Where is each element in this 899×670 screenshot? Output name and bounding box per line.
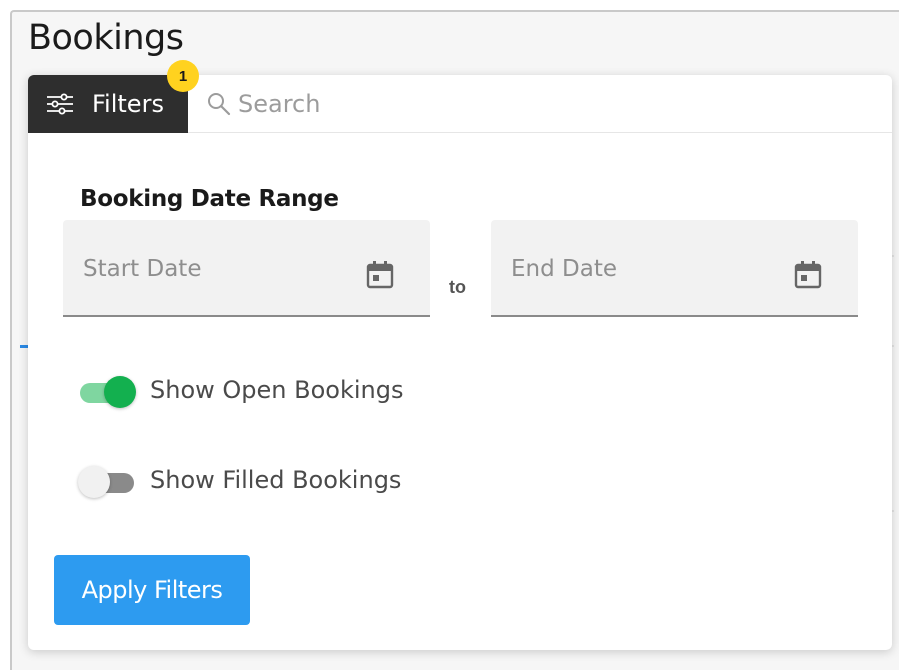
show-filled-bookings-toggle[interactable] [78, 462, 136, 502]
search-input[interactable] [238, 85, 858, 123]
end-date-placeholder: End Date [511, 256, 617, 282]
toggle-knob [104, 376, 136, 408]
filters-button[interactable]: Filters [28, 75, 188, 133]
show-open-bookings-label: Show Open Bookings [150, 376, 404, 404]
end-date-field[interactable]: End Date [491, 220, 858, 317]
filter-panel: Filters 1 Booking Date Range Start Date … [28, 60, 892, 650]
show-open-bookings-toggle[interactable] [78, 372, 136, 412]
date-range-title: Booking Date Range [80, 186, 339, 212]
show-open-bookings-row[interactable]: Show Open Bookings [78, 372, 403, 412]
show-filled-bookings-row[interactable]: Show Filled Bookings [78, 462, 401, 502]
toggle-knob [78, 466, 110, 498]
page-title: Bookings [28, 18, 184, 58]
show-filled-bookings-label: Show Filled Bookings [150, 466, 402, 494]
start-date-placeholder: Start Date [83, 256, 202, 282]
filter-toolbar: Filters 1 [28, 60, 892, 133]
background-accent [20, 345, 28, 348]
date-range-separator: to [449, 277, 466, 297]
apply-filters-button[interactable]: Apply Filters [54, 555, 250, 625]
start-date-field[interactable]: Start Date [63, 220, 430, 317]
filters-label: Filters [92, 90, 164, 118]
filter-count-badge: 1 [167, 60, 199, 92]
calendar-icon[interactable] [792, 258, 824, 290]
search-icon [208, 93, 231, 116]
sliders-icon [47, 93, 73, 115]
calendar-icon[interactable] [364, 258, 396, 290]
